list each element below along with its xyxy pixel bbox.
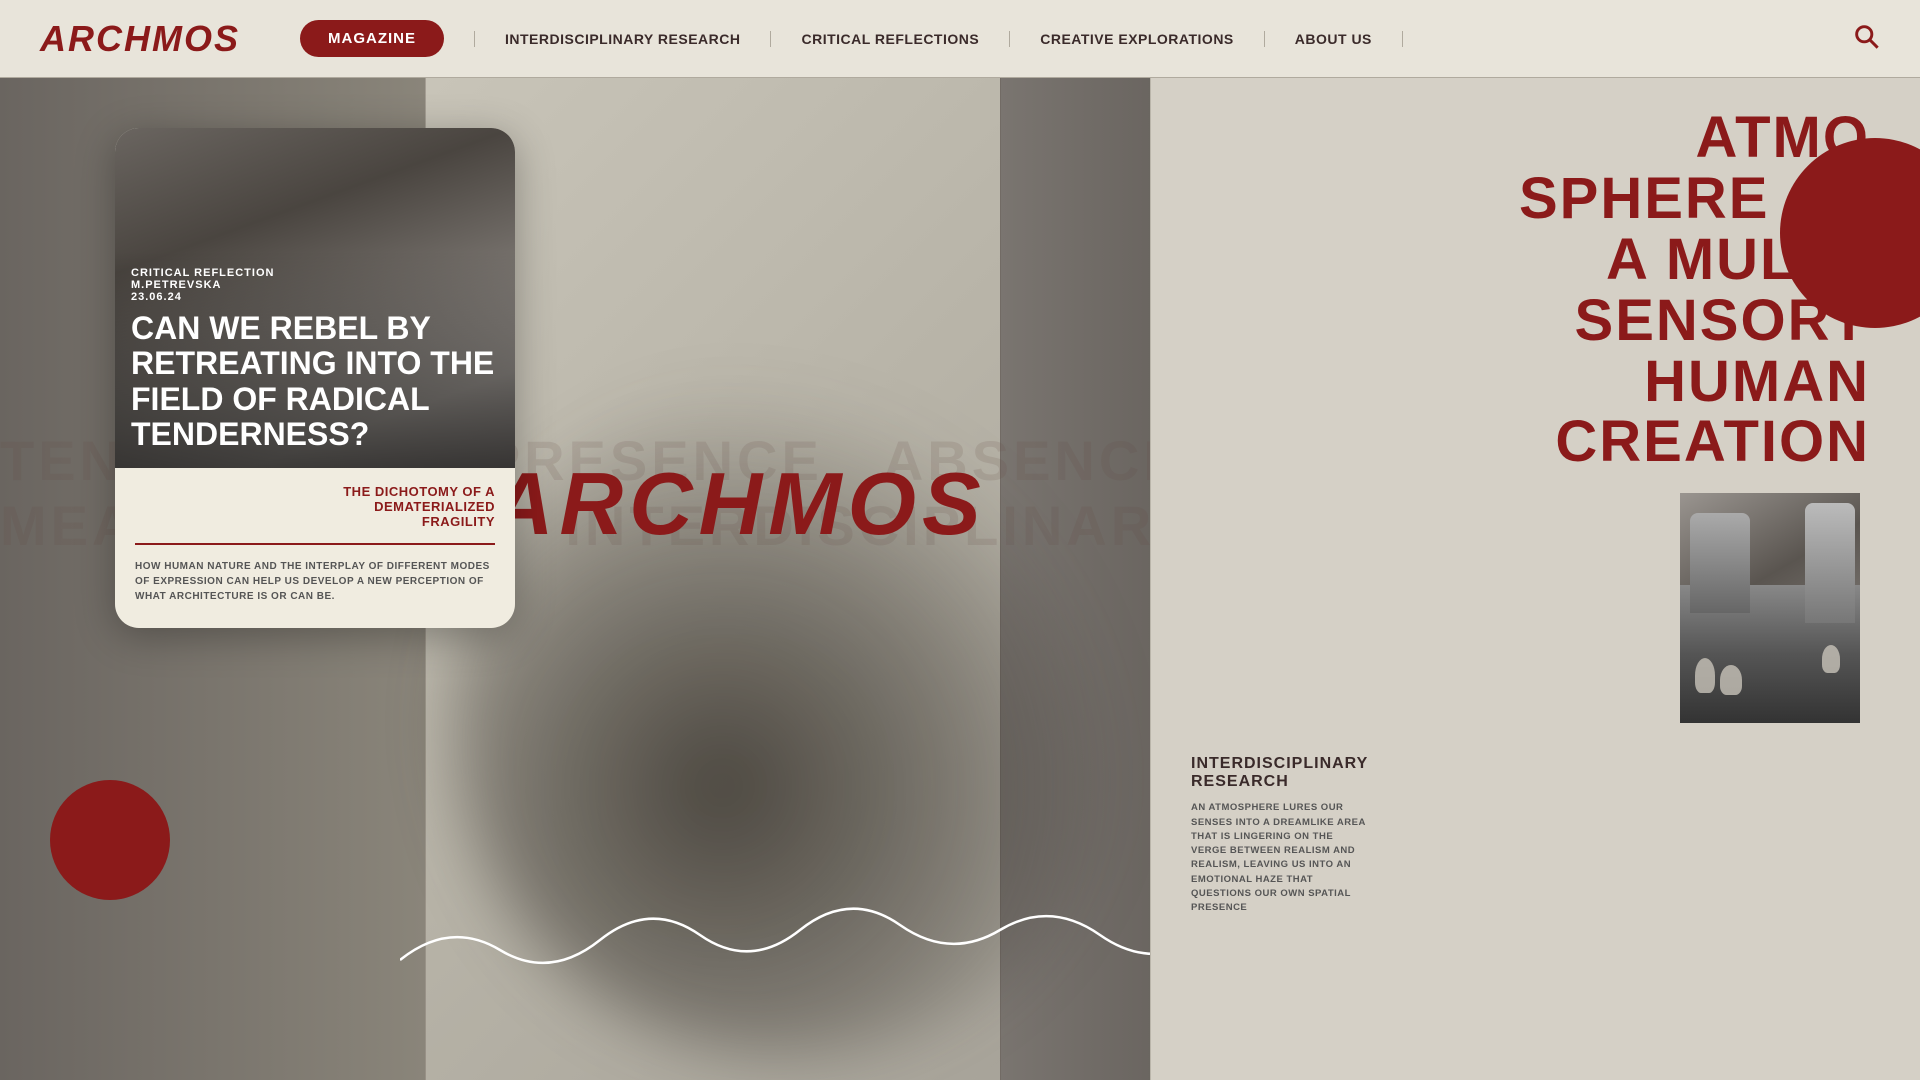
card-image-overlay: CRITICAL REFLECTION M.PETREVSKA 23.06.24…	[115, 251, 515, 468]
nav-link-about[interactable]: ABOUT US	[1265, 31, 1403, 47]
article-card[interactable]: CRITICAL REFLECTION M.PETREVSKA 23.06.24…	[115, 128, 515, 628]
card-title: CAN WE REBEL BY RETREATING INTO THE FIEL…	[131, 311, 499, 452]
search-button[interactable]	[1852, 22, 1880, 55]
navigation: MAGAZINE INTERDISCIPLINARY RESEARCH CRIT…	[300, 20, 1852, 57]
main-content: TENDERNESS PRESENCE ABSENCE FORM STRUCTU…	[0, 78, 1920, 1080]
card-description: HOW HUMAN NATURE AND THE INTERPLAY OF DI…	[135, 559, 495, 604]
right-article-category: INTERDISCIPLINARYRESEARCH	[1191, 755, 1880, 791]
card-body: THE DICHOTOMY OF A DEMATERIALIZED FRAGIL…	[115, 468, 515, 628]
card-author: M.PETREVSKA	[131, 279, 499, 291]
header: ARCHMOS MAGAZINE INTERDISCIPLINARY RESEA…	[0, 0, 1920, 78]
right-article-image	[1680, 493, 1860, 723]
logo[interactable]: ARCHMOS	[40, 18, 240, 60]
nav-link-critical[interactable]: CRITICAL REFLECTIONS	[771, 31, 1010, 47]
nav-magazine-button[interactable]: MAGAZINE	[300, 20, 444, 57]
right-panel-headline: ATMO SPHERE AS A MULTI- SENSORY HUMAN CR…	[1191, 108, 1880, 473]
red-circle-left	[50, 780, 170, 900]
right-panel: ATMO SPHERE AS A MULTI- SENSORY HUMAN CR…	[1150, 78, 1920, 1080]
search-icon	[1852, 22, 1880, 50]
archmos-hero-text: ARCHMOS	[490, 453, 987, 555]
right-article-description: AN ATMOSPHERE LURES OUR SENSES INTO A DR…	[1191, 801, 1371, 915]
nav-link-creative[interactable]: CREATIVE EXPLORATIONS	[1010, 31, 1265, 47]
card-divider	[135, 543, 495, 545]
nav-link-interdisciplinary[interactable]: INTERDISCIPLINARY RESEARCH	[474, 31, 771, 47]
card-image: CRITICAL REFLECTION M.PETREVSKA 23.06.24…	[115, 128, 515, 468]
card-subtitle: THE DICHOTOMY OF A DEMATERIALIZED FRAGIL…	[135, 484, 495, 529]
card-category: CRITICAL REFLECTION	[131, 267, 499, 279]
card-date: 23.06.24	[131, 291, 499, 303]
